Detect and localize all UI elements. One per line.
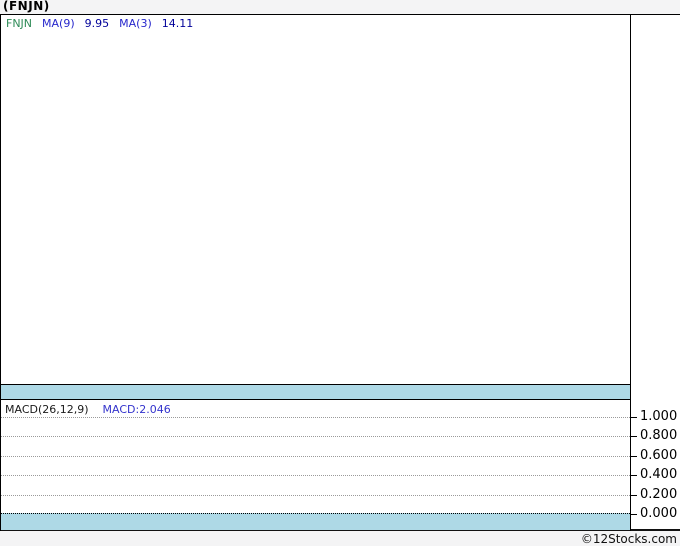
y-axis-tick	[631, 456, 637, 457]
ma3-label: MA(3)	[119, 17, 152, 30]
macd-indicator-label: MACD(26,12,9)	[5, 403, 89, 416]
gridline-0.400	[1, 475, 630, 476]
separator-band-top	[1, 385, 630, 399]
site-credit: ©12Stocks.com	[580, 532, 677, 546]
y-axis-tick-label: 0.200	[640, 487, 678, 502]
price-legend: FNJN MA(9) 9.95 MA(3) 14.11	[6, 17, 203, 30]
ma9-value: 9.95	[84, 17, 110, 30]
symbol-label: FNJN	[6, 17, 33, 30]
page-title: (FNJN)	[3, 0, 50, 13]
y-axis-tick	[631, 495, 637, 496]
gridline-0.800	[1, 436, 630, 437]
y-axis-tick	[631, 514, 637, 515]
y-axis-tick-label: 0.000	[640, 506, 678, 521]
y-axis-tick-label: 0.400	[640, 467, 678, 482]
y-axis-tick	[631, 475, 637, 476]
y-axis-tick	[631, 436, 637, 437]
y-axis-tick-label: 0.800	[640, 428, 678, 443]
macd-indicator-value: MACD:2.046	[102, 403, 171, 416]
y-axis-tick	[631, 417, 637, 418]
separator-band-bottom	[1, 513, 630, 530]
macd-legend: MACD(26,12,9) MACD:2.046	[5, 403, 171, 416]
stock-chart-screen: (FNJN) FNJN MA(9) 9.95 MA(3) 14.11 MACD(26,1…	[0, 0, 680, 546]
y-axis-line	[630, 14, 631, 531]
ma3-value: 14.11	[161, 17, 194, 30]
y-axis-tick-label: 0.600	[640, 448, 678, 463]
y-axis-tick-label: 1.000	[640, 409, 678, 424]
price-panel: FNJN MA(9) 9.95 MA(3) 14.11	[1, 15, 630, 384]
gridline-0.600	[1, 456, 630, 457]
gridline-1.000	[1, 417, 630, 418]
gridline-0.200	[1, 495, 630, 496]
ma9-label: MA(9)	[42, 17, 75, 30]
